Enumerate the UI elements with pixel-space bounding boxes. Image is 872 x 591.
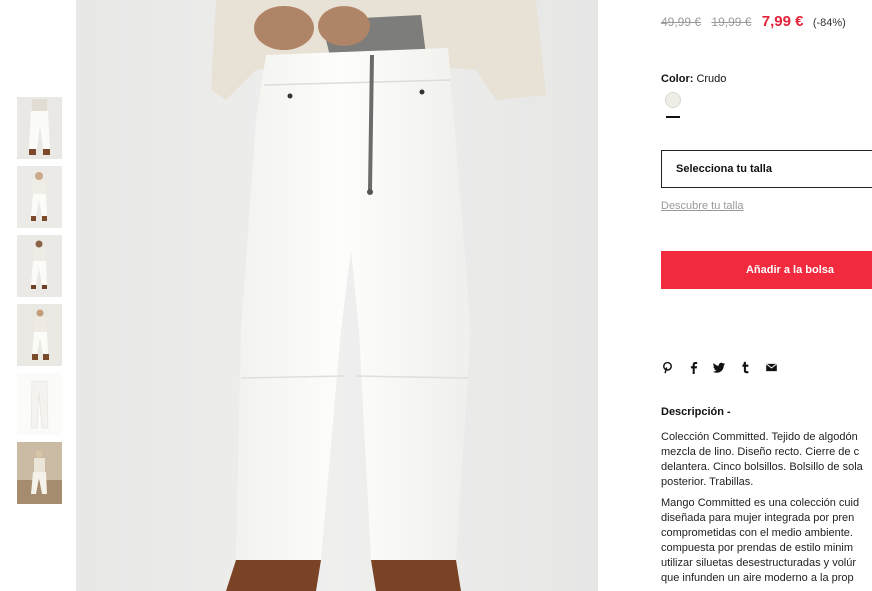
discount-badge: (-84%) [812, 17, 846, 29]
color-label-row: Color: Crudo [661, 73, 726, 85]
description-toggle[interactable]: Descripción - [661, 406, 731, 418]
thumbnail-2[interactable] [17, 166, 62, 228]
color-label: Color: [661, 73, 694, 85]
price-current: 7,99 € [761, 13, 804, 30]
tumblr-icon[interactable] [739, 360, 753, 376]
description-line: Colección Committed. Tejido de algodón [661, 431, 858, 443]
thumbnail-6[interactable] [17, 442, 62, 504]
size-select[interactable]: Selecciona tu talla [661, 150, 872, 188]
description-line: compuesta por prendas de estilo minim [661, 542, 853, 554]
description-text: Colección Committed. Tejido de algodón m… [661, 430, 872, 591]
description-line: posterior. Trabillas. [661, 476, 754, 488]
color-swatch-crudo[interactable] [665, 92, 681, 108]
share-icons [661, 360, 779, 376]
product-info-panel: 49,99 € 19,99 € 7,99 € (-84%) Color: Cru… [661, 0, 872, 591]
add-to-bag-button[interactable]: Añadir a la bolsa [661, 251, 872, 289]
price-row: 49,99 € 19,99 € 7,99 € (-84%) [661, 13, 846, 30]
description-paragraph-2: Mango Committed es una colección cuid di… [661, 496, 872, 586]
description-line: mezcla de lino. Diseño recto. Cierre de … [661, 446, 860, 458]
description-line: Mango Committed es una colección cuid [661, 497, 860, 509]
price-original: 49,99 € [661, 15, 702, 29]
thumbnail-list [17, 97, 62, 511]
price-previous: 19,99 € [711, 15, 752, 29]
main-product-image[interactable] [76, 0, 598, 591]
pinterest-icon[interactable] [661, 360, 675, 376]
size-guide-link[interactable]: Descubre tu talla [661, 200, 744, 212]
facebook-icon[interactable] [687, 360, 701, 376]
thumbnail-4[interactable] [17, 304, 62, 366]
description-line: comprometidas con el medio ambiente. [661, 527, 853, 539]
thumbnail-1[interactable] [17, 97, 62, 159]
description-line: diseñada para mujer integrada por pren [661, 512, 855, 524]
description-paragraph-1: Colección Committed. Tejido de algodón m… [661, 430, 872, 490]
twitter-icon[interactable] [713, 360, 727, 376]
thumbnail-3[interactable] [17, 235, 62, 297]
description-line: que infunden un aire moderno a la prop [661, 572, 854, 584]
description-line: utilizar siluetas desestructuradas y vol… [661, 557, 857, 569]
selected-swatch-indicator [666, 116, 680, 118]
color-value: Crudo [696, 73, 727, 85]
email-icon[interactable] [765, 360, 779, 376]
thumbnail-5[interactable] [17, 373, 62, 435]
description-line: delantera. Cinco bolsillos. Bolsillo de … [661, 461, 863, 473]
